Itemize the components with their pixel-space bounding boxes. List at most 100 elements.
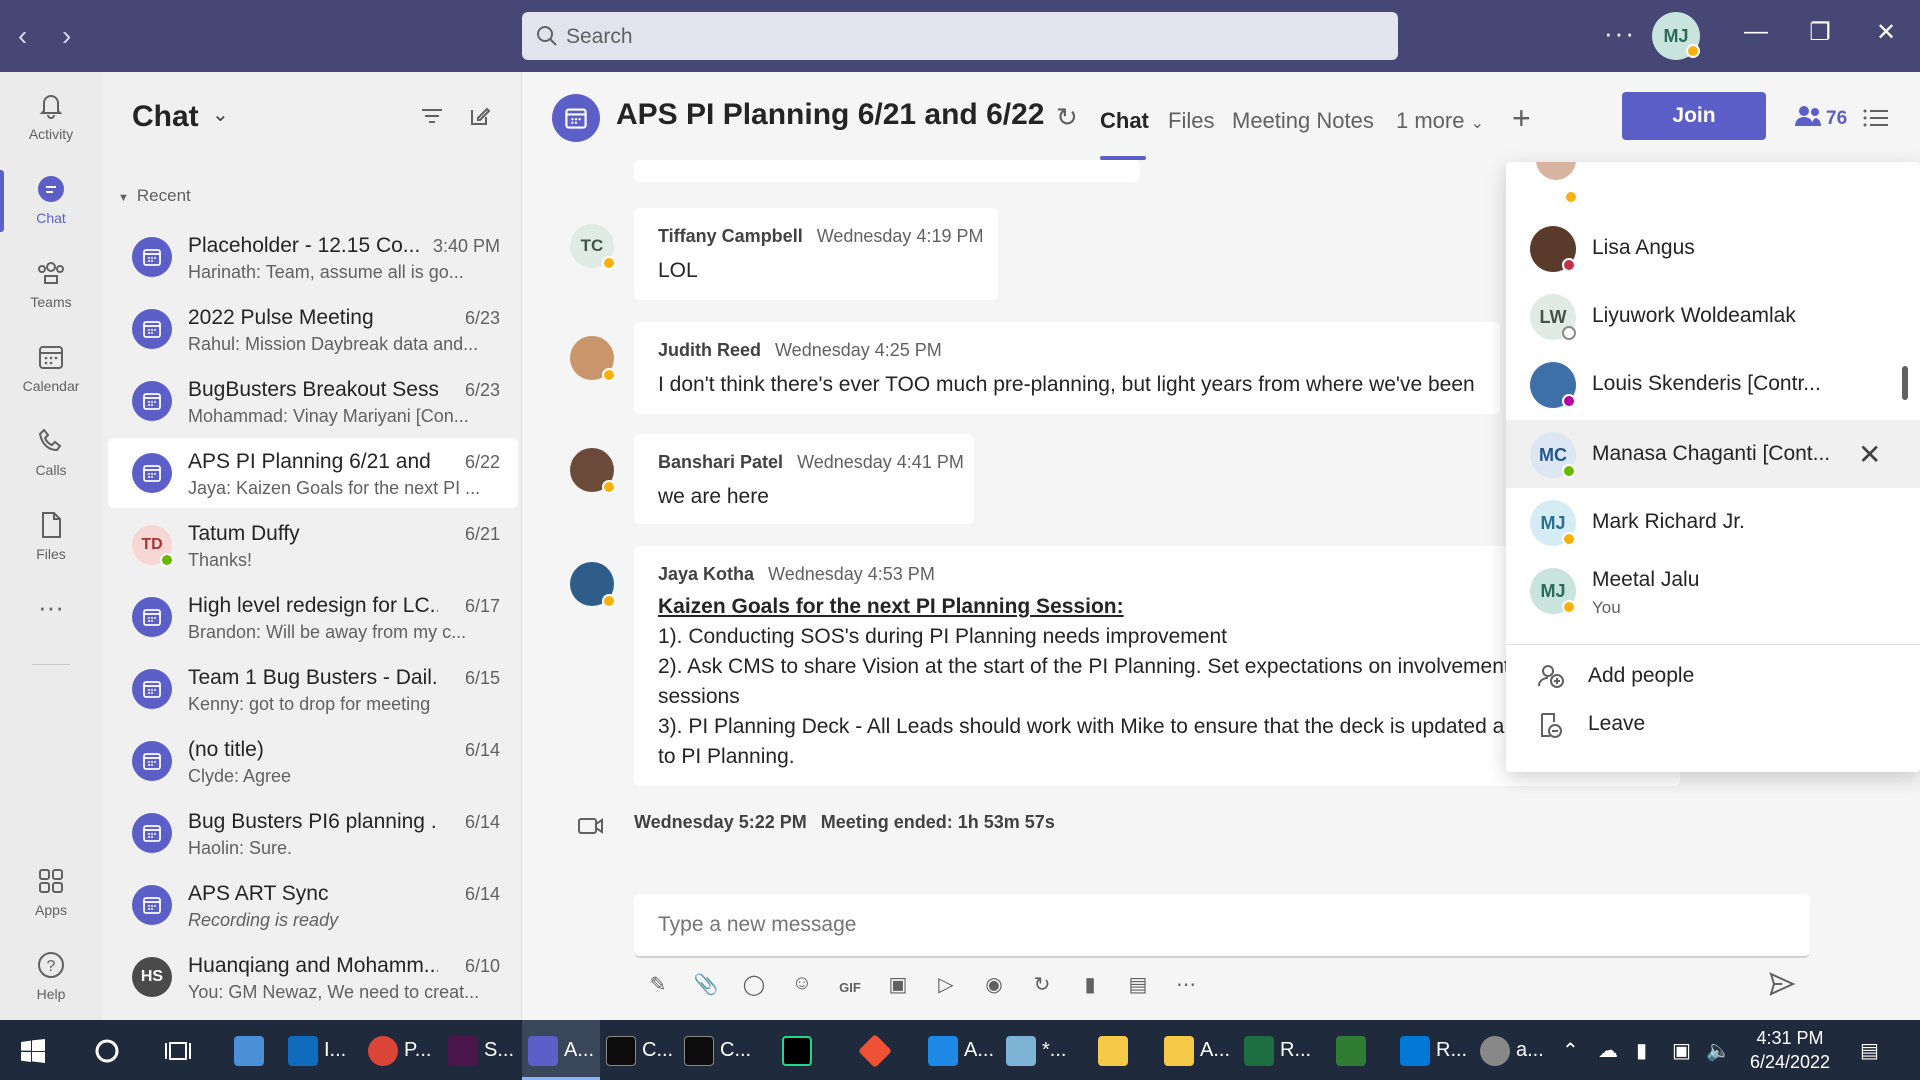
taskbar-app-azure[interactable]: A... [928,1020,994,1080]
volume-icon[interactable]: 🔈 [1706,1038,1731,1063]
participant-row[interactable]: LW Liyuwork Woldeamlak [1506,282,1920,350]
filter-icon[interactable] [420,106,444,126]
leave-button[interactable]: Leave [1588,712,1645,736]
message-author: Banshari Patel [658,452,784,472]
taskbar-app-teams[interactable]: A... [522,1020,601,1080]
rail-calendar[interactable]: Calendar [0,330,102,410]
message-bubble[interactable]: Tiffany Campbell Wednesday 4:19 PM LOL [634,208,998,300]
rail-activity[interactable]: Activity [0,78,102,158]
rail-files[interactable]: Files [0,498,102,578]
join-button[interactable]: Join [1622,92,1766,140]
taskbar-app-settings[interactable]: a... [1480,1020,1544,1080]
battery-icon[interactable]: ▮ [1636,1038,1647,1063]
chevron-up-icon[interactable]: ⌃ [1562,1038,1579,1063]
notification-center-icon[interactable]: ▤ [1860,1038,1879,1063]
taskbar-app-excel[interactable]: R... [1244,1020,1311,1080]
message-bubble[interactable]: Judith Reed Wednesday 4:25 PM I don't thi… [634,322,1500,414]
add-tab-icon[interactable]: + [1512,100,1531,137]
send-icon[interactable] [1768,970,1796,998]
participant-row[interactable]: MJ Meetal Jalu You [1506,556,1920,624]
chat-list-item[interactable]: High level redesign for LC... 6/17 Brand… [108,582,518,652]
gif-icon[interactable]: GIF [834,972,866,1004]
approvals-icon[interactable]: ▮ [1074,972,1106,1004]
close-window-icon[interactable]: ✕ [1866,18,1906,47]
refresh-icon[interactable]: ↻ [1026,972,1058,1004]
minimize-icon[interactable]: — [1736,18,1776,46]
meeting-chat-icon [132,813,172,853]
network-icon[interactable]: ▣ [1672,1038,1691,1063]
taskbar-app-cmd[interactable]: C... [606,1020,673,1080]
taskbar-app-player[interactable] [1336,1020,1372,1080]
tab-more[interactable]: 1 more ⌄ [1396,108,1484,134]
taskbar-app-outlook[interactable]: I... [288,1020,346,1080]
tab-files[interactable]: Files [1168,108,1214,134]
taskbar-app-desktop[interactable] [234,1020,270,1080]
participant-row[interactable]: Lisa Angus [1506,214,1920,282]
chat-list-item[interactable]: Bug Busters PI6 planning ... 6/14 Haolin… [108,798,518,868]
participants-button[interactable]: 76 [1794,104,1847,130]
rail-help[interactable]: ? Help [0,938,102,1018]
chat-list-item[interactable]: (no title) 6/14 Clyde: Agree [108,726,518,796]
more-apps-icon[interactable]: ⋯ [1170,972,1202,1004]
participant-row[interactable]: Louis Skenderis [Contr... [1506,350,1920,418]
rail-calls[interactable]: Calls [0,414,102,494]
message-bubble[interactable]: Banshari Patel Wednesday 4:41 PM we are h… [634,434,974,524]
new-chat-icon[interactable] [468,104,492,128]
chat-list-item-selected[interactable]: APS PI Planning 6/21 and ... 6/22 Jaya: … [108,438,518,508]
search-box[interactable]: Search [522,12,1398,60]
list-icon[interactable] [1862,106,1890,130]
rail-teams[interactable]: Teams [0,246,102,326]
onedrive-icon[interactable]: ☁ [1598,1038,1618,1063]
taskbar-app-slack[interactable]: S... [448,1020,514,1080]
rail-more[interactable]: ··· [0,592,102,672]
taskbar-app-chrome[interactable]: P... [368,1020,431,1080]
taskbar-app-explorer[interactable] [1098,1020,1134,1080]
participant-name: Lisa Angus [1592,236,1695,259]
forward-arrow-icon[interactable]: › [62,20,71,52]
taskbar-app-cmd-2[interactable]: C... [684,1020,751,1080]
chat-list-item[interactable]: BugBusters Breakout Sessi... 6/23 Mohamm… [108,366,518,436]
recent-section-header[interactable]: ▼ Recent [118,186,191,206]
taskbar-app-pycharm[interactable] [782,1020,818,1080]
forms-icon[interactable]: ▤ [1122,972,1154,1004]
chevron-down-icon[interactable]: ⌄ [212,102,229,127]
participant-row[interactable]: MJ Mark Richard Jr. [1506,488,1920,556]
schedule-meeting-icon[interactable]: ▷ [930,972,962,1004]
restore-icon[interactable]: ❐ [1800,18,1840,47]
participant-row[interactable]: MC Manasa Chaganti [Cont... ✕ [1506,420,1920,488]
chat-name: Placeholder - 12.15 Co... [188,234,421,257]
chat-list-item[interactable]: APS ART Sync 6/14 Recording is ready [108,870,518,940]
scrollbar-thumb[interactable] [1902,366,1908,400]
rail-apps[interactable]: Apps [0,854,102,934]
loop-icon[interactable]: ◯ [738,972,770,1004]
back-arrow-icon[interactable]: ‹ [18,20,27,52]
chat-list-item[interactable]: Team 1 Bug Busters - Dail... 6/15 Kenny:… [108,654,518,724]
profile-avatar[interactable]: MJ [1652,12,1700,60]
remove-participant-icon[interactable]: ✕ [1858,438,1881,471]
taskbar-app-notepad[interactable]: *... [1006,1020,1066,1080]
system-clock[interactable]: 4:31 PM 6/24/2022 [1740,1026,1840,1074]
tab-meeting-notes[interactable]: Meeting Notes [1232,108,1374,134]
sticker-icon[interactable]: ▣ [882,972,914,1004]
message-input[interactable] [658,910,1758,940]
rail-chat[interactable]: Chat [0,162,102,242]
chat-list-item[interactable]: Placeholder - 12.15 Co... 3:40 PM Harina… [108,222,518,292]
taskbar-app-explorer-2[interactable]: A... [1164,1020,1230,1080]
compose-box[interactable] [634,894,1810,958]
taskbar-app-remote[interactable]: R... [1400,1020,1467,1080]
chat-list-item[interactable]: 2022 Pulse Meeting 6/23 Rahul: Mission D… [108,294,518,364]
add-people-button[interactable]: Add people [1588,664,1694,688]
tab-chat[interactable]: Chat [1100,108,1149,134]
praise-icon[interactable]: ◉ [978,972,1010,1004]
cortana-icon[interactable] [94,1038,120,1064]
chat-list-item[interactable]: HS Huanqiang and Mohamm... 6/10 You: GM … [108,942,518,1012]
attach-icon[interactable]: 📎 [690,972,722,1004]
more-options-icon[interactable]: ··· [1604,18,1636,49]
emoji-icon[interactable]: ☺ [786,972,818,1004]
format-icon[interactable]: ✎ [642,972,674,1004]
chat-list-item[interactable]: TD Tatum Duffy 6/21 Thanks! [108,510,518,580]
windows-start-icon[interactable] [20,1038,46,1064]
conversation-title: APS PI Planning 6/21 and 6/22 [616,98,1045,131]
task-view-icon[interactable] [164,1038,192,1064]
taskbar-app-git[interactable] [858,1020,896,1080]
